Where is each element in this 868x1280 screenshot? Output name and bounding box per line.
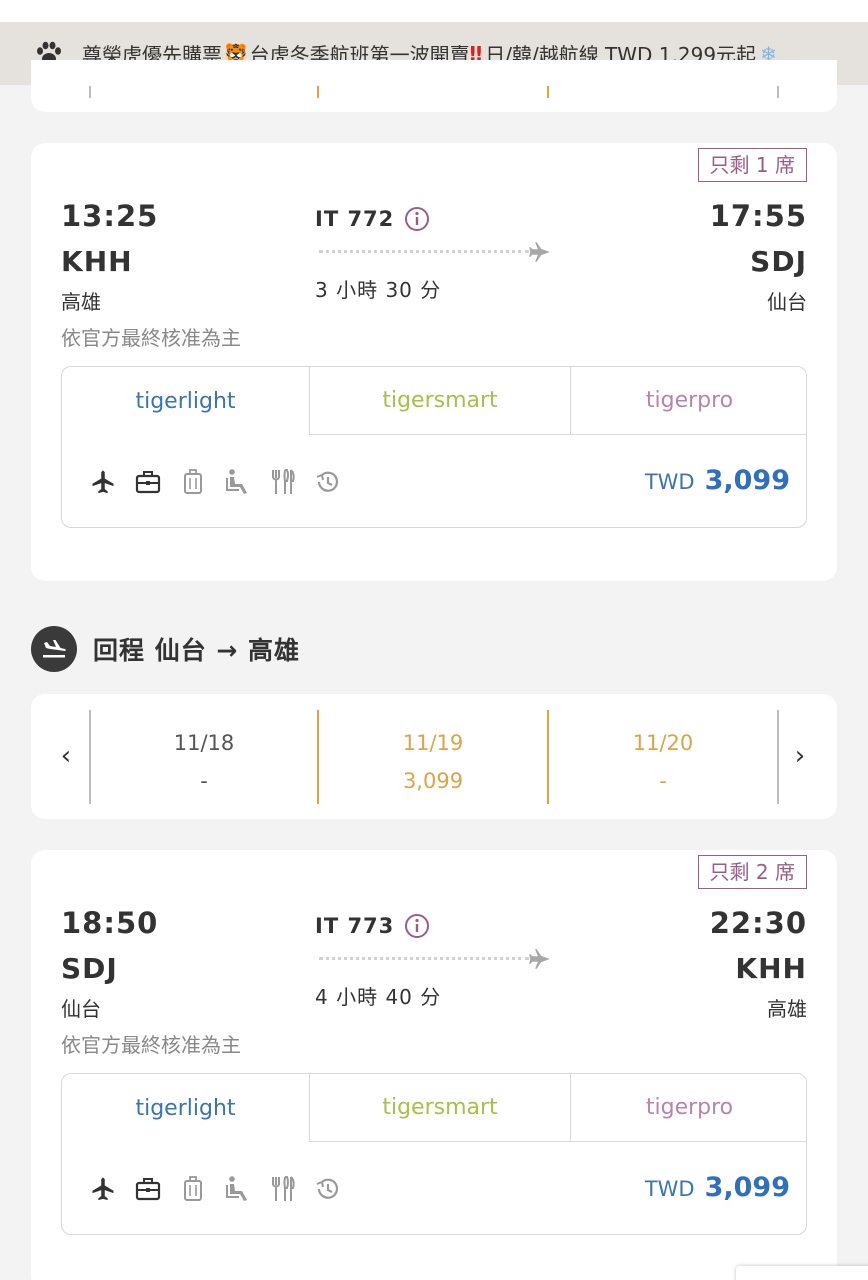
return-date-selector: ‹ 11/18 - 11/19 3,099 11/20 - › xyxy=(31,694,837,819)
fare-price[interactable]: TWD 3,099 xyxy=(645,465,790,496)
depart-city: 高雄 xyxy=(61,290,101,314)
fare-tabs: tigerlight tigersmart tigerpro xyxy=(62,1074,806,1142)
seat-icon xyxy=(221,1174,254,1204)
info-icon[interactable] xyxy=(404,913,430,939)
depart-code: KHH xyxy=(61,245,133,278)
route-line xyxy=(319,250,529,253)
fare-features xyxy=(86,467,344,497)
depart-time: 13:25 xyxy=(61,199,159,233)
arrive-code: KHH xyxy=(735,952,807,985)
return-section-header: 回程 仙台 → 高雄 xyxy=(31,626,300,672)
date-label: 11/18 xyxy=(173,731,235,755)
date-option-1119-selected[interactable]: 11/19 3,099 xyxy=(320,724,546,800)
meal-icon xyxy=(266,1174,299,1204)
arrive-time: 17:55 xyxy=(709,199,807,233)
arrive-code: SDJ xyxy=(750,245,807,278)
plane-landing-icon xyxy=(31,626,77,672)
tab-tigersmart[interactable]: tigersmart xyxy=(309,367,570,435)
info-icon[interactable] xyxy=(404,206,430,232)
history-icon xyxy=(311,1174,344,1204)
flight-number: IT 773 xyxy=(315,913,430,939)
briefcase-icon xyxy=(131,1174,164,1204)
date-option-1118[interactable]: 11/18 - xyxy=(91,724,317,800)
next-dates-button[interactable]: › xyxy=(785,734,815,778)
arrive-time: 22:30 xyxy=(709,906,807,940)
approval-note: 依官方最終核准為主 xyxy=(61,326,241,350)
arrive-city: 高雄 xyxy=(767,997,807,1021)
tab-tigerpro[interactable]: tigerpro xyxy=(570,367,806,435)
price-amount: 3,099 xyxy=(704,1172,790,1203)
briefcase-icon xyxy=(131,467,164,497)
luggage-icon xyxy=(176,1174,209,1204)
plane-icon xyxy=(529,949,550,969)
outbound-date-card xyxy=(31,60,837,112)
fare-selector: tigerlight tigersmart tigerpro TWD 3,099 xyxy=(61,1073,807,1235)
outbound-flight-card[interactable]: 只剩 1 席 13:25 KHH 高雄 依官方最終核准為主 IT 772 3 小… xyxy=(31,143,837,581)
fare-selector: tigerlight tigersmart tigerpro TWD 3,099 xyxy=(61,366,807,528)
return-section-title: 回程 仙台 → 高雄 xyxy=(93,636,301,665)
approval-note: 依官方最終核准為主 xyxy=(61,1033,241,1057)
luggage-icon xyxy=(176,467,209,497)
depart-time: 18:50 xyxy=(61,906,159,940)
prev-dates-button[interactable]: ‹ xyxy=(51,734,81,778)
route-line xyxy=(319,957,529,960)
flight-duration: 3 小時 30 分 xyxy=(315,278,442,302)
arrive-city: 仙台 xyxy=(767,290,807,314)
date-price: - xyxy=(659,769,667,793)
date-divider-selected xyxy=(317,710,319,804)
date-divider xyxy=(317,86,319,98)
price-currency: TWD xyxy=(644,470,695,494)
price-amount: 3,099 xyxy=(704,465,790,496)
recaptcha-badge[interactable] xyxy=(736,1266,868,1280)
depart-city: 仙台 xyxy=(61,997,101,1021)
flight-number-text: IT 773 xyxy=(315,914,395,938)
tab-tigersmart[interactable]: tigersmart xyxy=(309,1074,570,1142)
fare-features xyxy=(86,1174,344,1204)
tab-tigerlight[interactable]: tigerlight xyxy=(62,367,309,435)
price-currency: TWD xyxy=(644,1177,695,1201)
seats-left-badge: 只剩 1 席 xyxy=(697,148,807,182)
date-price: 3,099 xyxy=(402,769,464,793)
date-divider xyxy=(777,86,779,98)
date-price: - xyxy=(200,769,208,793)
seats-left-badge: 只剩 2 席 xyxy=(697,855,807,889)
date-label: 11/19 xyxy=(402,731,464,755)
depart-code: SDJ xyxy=(61,952,118,985)
date-divider-selected xyxy=(547,710,549,804)
date-divider xyxy=(777,710,779,804)
top-strip xyxy=(0,0,868,22)
date-divider xyxy=(89,86,91,98)
plane-icon xyxy=(86,1174,119,1204)
fare-tabs: tigerlight tigersmart tigerpro xyxy=(62,367,806,435)
flight-number: IT 772 xyxy=(315,206,430,232)
meal-icon xyxy=(266,467,299,497)
seat-icon xyxy=(221,467,254,497)
plane-icon xyxy=(529,242,550,262)
plane-icon xyxy=(86,467,119,497)
fare-price[interactable]: TWD 3,099 xyxy=(645,1172,790,1203)
history-icon xyxy=(311,467,344,497)
return-flight-card[interactable]: 只剩 2 席 18:50 SDJ 仙台 依官方最終核准為主 IT 773 4 小… xyxy=(31,850,837,1280)
flight-number-text: IT 772 xyxy=(315,207,395,231)
date-option-1120[interactable]: 11/20 - xyxy=(550,724,776,800)
date-label: 11/20 xyxy=(632,731,694,755)
tab-tigerlight[interactable]: tigerlight xyxy=(62,1074,309,1142)
flight-duration: 4 小時 40 分 xyxy=(315,985,442,1009)
date-divider xyxy=(547,86,549,98)
tab-tigerpro[interactable]: tigerpro xyxy=(570,1074,806,1142)
